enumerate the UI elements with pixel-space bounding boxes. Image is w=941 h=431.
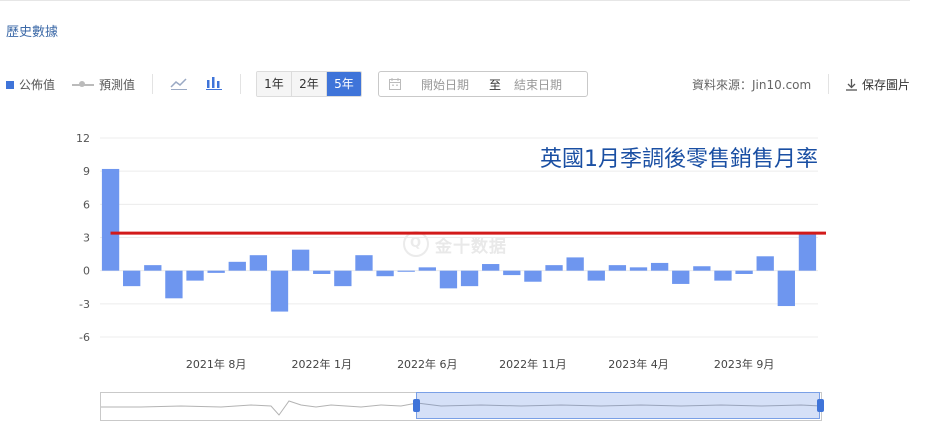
bar[interactable] (608, 265, 627, 271)
bar[interactable] (798, 233, 817, 271)
bar[interactable] (693, 266, 711, 271)
x-tick-label: 2023年 9月 (714, 357, 775, 371)
bar[interactable] (566, 257, 584, 271)
bar[interactable] (629, 267, 648, 271)
y-tick-label: 6 (83, 198, 90, 211)
y-tick-label: -3 (79, 298, 90, 311)
bar[interactable] (418, 267, 436, 271)
bar[interactable] (650, 262, 669, 271)
bar[interactable] (123, 270, 141, 287)
y-tick-label: -6 (79, 331, 90, 344)
bar[interactable] (587, 270, 605, 281)
navigator-right-handle[interactable] (817, 399, 824, 412)
bar[interactable] (397, 270, 415, 272)
bar[interactable] (714, 270, 732, 281)
bar[interactable] (482, 264, 500, 271)
navigator-selection[interactable] (416, 392, 820, 419)
bar[interactable] (672, 270, 690, 284)
x-tick-label: 2022年 1月 (291, 357, 352, 371)
y-tick-label: 0 (83, 265, 90, 278)
bar[interactable] (503, 270, 521, 276)
bar[interactable] (249, 255, 268, 271)
bar[interactable] (313, 270, 331, 274)
navigator-left-handle[interactable] (413, 399, 420, 412)
bar[interactable] (376, 270, 394, 277)
x-tick-label: 2022年 6月 (397, 357, 458, 371)
bar[interactable] (186, 270, 204, 281)
x-tick-label: 2022年 11月 (499, 357, 567, 371)
bar[interactable] (270, 270, 289, 312)
bar[interactable] (545, 265, 563, 271)
bar[interactable] (101, 168, 120, 271)
bar[interactable] (355, 255, 373, 271)
bar[interactable] (460, 270, 479, 287)
bar[interactable] (439, 270, 458, 289)
x-tick-label: 2021年 8月 (186, 357, 247, 371)
bar[interactable] (207, 270, 225, 273)
bar[interactable] (228, 261, 246, 271)
bar[interactable] (165, 270, 183, 299)
y-tick-label: 9 (83, 165, 90, 178)
bar[interactable] (144, 265, 162, 271)
bar[interactable] (777, 270, 795, 307)
x-tick-label: 2023年 4月 (608, 357, 669, 371)
bar[interactable] (756, 256, 774, 271)
bar[interactable] (291, 249, 310, 271)
bar[interactable] (524, 270, 542, 282)
chart-title: 英國1月季調後零售銷售月率 (540, 147, 818, 172)
y-tick-label: 3 (83, 232, 90, 245)
y-tick-label: 12 (76, 132, 90, 145)
bar-chart: 12 9 6 3 0 -3 -6 2021年 8月 2022年 1月 2022年 6月 2022年… (76, 132, 826, 371)
bar[interactable] (334, 270, 352, 287)
bar[interactable] (735, 270, 753, 274)
